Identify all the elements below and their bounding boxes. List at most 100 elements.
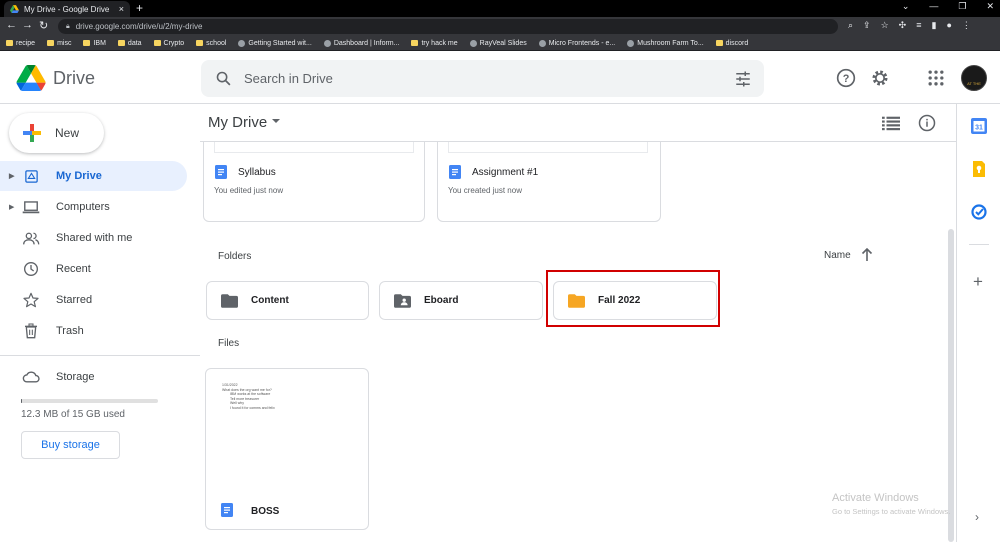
highlight-box [546, 270, 720, 327]
sidebar-item-computers[interactable]: ▶ Computers [0, 192, 187, 222]
info-icon[interactable] [918, 114, 936, 132]
chevron-right-icon[interactable]: › [975, 510, 979, 524]
sidebar-item-recent[interactable]: Recent [0, 254, 187, 284]
computers-icon [22, 198, 40, 216]
scrollbar[interactable] [948, 229, 954, 542]
suggested-card-assignment[interactable]: Assignment #1 You created just now [437, 128, 661, 222]
bookmark-item[interactable]: try hack me [411, 39, 458, 47]
window-controls: ⌄ — ❐ ✕ [902, 1, 994, 12]
bookmark-item[interactable]: Mushroom Farm To... [627, 39, 704, 47]
browser-tab[interactable]: My Drive - Google Drive × [4, 1, 130, 17]
arrow-up-icon[interactable] [861, 248, 873, 262]
reload-icon[interactable]: ↻ [39, 19, 48, 32]
bookmark-label: Getting Started wit... [248, 39, 312, 47]
bookmark-item[interactable]: data [117, 39, 142, 47]
bookmark-item[interactable]: discord [715, 39, 749, 47]
search-options-icon[interactable] [734, 70, 752, 88]
bookmark-item[interactable]: recipe [6, 40, 35, 47]
page-icon [627, 39, 635, 47]
storage-bar [21, 399, 158, 403]
search-bar [201, 60, 764, 97]
page-icon [469, 39, 477, 47]
activate-windows-subtitle: Go to Settings to activate Windows. [832, 507, 951, 516]
sidebar-item-shared-with-me[interactable]: Shared with me [0, 223, 187, 253]
bookmark-label: discord [725, 39, 749, 47]
sidebar-item-starred[interactable]: Starred [0, 285, 187, 315]
get-addons-plus-icon[interactable]: + [973, 272, 983, 292]
trash-icon [22, 322, 40, 340]
forward-icon[interactable]: → [22, 19, 33, 31]
minimize-icon[interactable]: — [929, 1, 938, 12]
sidebar-divider [0, 355, 200, 356]
zoom-icon[interactable]: ⌕ [848, 20, 853, 31]
back-icon[interactable]: ← [6, 19, 17, 31]
file-card-boss[interactable]: 1/31/2022 What does the org want me for?… [205, 368, 369, 530]
new-button[interactable]: New [9, 113, 104, 153]
menu-icon[interactable]: ⋮ [962, 20, 971, 31]
cloud-icon [22, 368, 40, 386]
media-icon[interactable]: ≡ [916, 20, 921, 31]
folder-eboard[interactable]: Eboard [379, 281, 543, 320]
keep-icon[interactable] [971, 161, 987, 177]
puzzle-icon[interactable]: ✣ [899, 20, 907, 31]
drive-logo-icon[interactable] [16, 65, 46, 91]
tab-close-icon[interactable]: × [119, 4, 124, 14]
page-title[interactable]: My Drive [208, 114, 267, 131]
expand-caret-icon[interactable]: ▶ [9, 203, 14, 211]
bookmark-item[interactable]: RayVeal Slides [469, 39, 527, 47]
list-view-icon[interactable] [882, 115, 900, 131]
folder-icon [47, 40, 55, 46]
chevron-down-icon[interactable] [272, 119, 280, 123]
apps-grid-icon[interactable] [926, 68, 946, 88]
bookmarks-bar: recipe misc IBM data Crypto school Getting Sta… [0, 36, 1000, 51]
new-tab-button[interactable]: + [136, 1, 143, 15]
avatar[interactable]: AT THE [961, 65, 987, 91]
bookmark-star-icon[interactable]: ☆ [881, 20, 889, 31]
drive-favicon-icon [10, 5, 19, 13]
settings-icon[interactable] [870, 68, 890, 88]
close-icon[interactable]: ✕ [986, 1, 994, 12]
bookmark-label: data [127, 39, 142, 47]
calendar-icon[interactable]: 31 [971, 118, 987, 134]
activate-windows-title: Activate Windows [832, 492, 919, 504]
main-toolbar: My Drive [200, 104, 956, 142]
folder-icon [221, 294, 238, 308]
search-icon[interactable] [215, 70, 232, 87]
bookmark-item[interactable]: Dashboard | Inform... [323, 39, 399, 47]
tasks-icon[interactable] [971, 204, 987, 220]
search-input[interactable] [244, 60, 704, 97]
my-drive-icon [22, 167, 40, 185]
bookmark-label: RayVeal Slides [479, 39, 527, 47]
chevron-down-icon[interactable]: ⌄ [902, 1, 910, 12]
app-name[interactable]: Drive [53, 68, 95, 89]
folders-heading: Folders [218, 251, 252, 262]
sidebar-item-my-drive[interactable]: ▶ My Drive [0, 161, 187, 191]
bookmark-item[interactable]: IBM [83, 40, 106, 47]
shared-folder-icon [394, 294, 411, 308]
calendar-day: 31 [975, 125, 983, 132]
share-icon[interactable]: ⇪ [863, 20, 871, 31]
bookmark-item[interactable]: school [196, 40, 226, 47]
bookmark-item[interactable]: Crypto [153, 40, 184, 47]
preview-line: I found it for comms and felix [230, 405, 275, 410]
file-preview: 1/31/2022 What does the org want me for?… [222, 383, 342, 410]
bookmark-item[interactable]: Getting Started wit... [238, 39, 312, 47]
sidebar-item-trash[interactable]: Trash [0, 316, 187, 346]
sidebar-item-storage[interactable]: Storage [0, 362, 187, 392]
bookmark-item[interactable]: Micro Frontends - e... [538, 39, 615, 47]
buy-storage-button[interactable]: Buy storage [21, 431, 120, 459]
expand-caret-icon[interactable]: ▶ [9, 172, 14, 180]
bookmark-label: try hack me [421, 39, 458, 47]
sidebar-item-label: Starred [56, 294, 93, 306]
address-bar[interactable]: 🔒︎ drive.google.com/drive/u/2/my-drive [58, 19, 838, 34]
sidebar-item-label: My Drive [56, 170, 102, 182]
folder-content[interactable]: Content [206, 281, 369, 320]
sidebar-icon[interactable]: ▮ [931, 20, 936, 31]
restore-icon[interactable]: ❐ [958, 1, 966, 12]
help-icon[interactable]: ? [836, 68, 856, 88]
suggested-card-syllabus[interactable]: Rhodes Syllabus You edited just now [203, 128, 425, 222]
svg-text:?: ? [843, 73, 850, 85]
profile-icon[interactable]: ● [946, 20, 951, 31]
bookmark-item[interactable]: misc [47, 40, 71, 47]
sort-by-name-button[interactable]: Name [824, 250, 851, 261]
